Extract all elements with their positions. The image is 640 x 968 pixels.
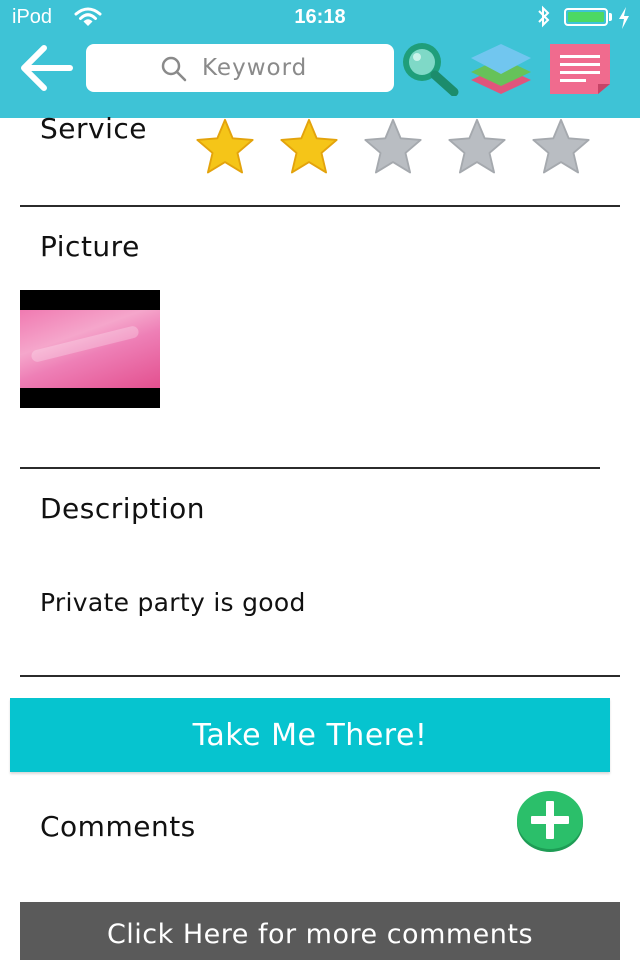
plus-circle-icon — [517, 791, 583, 852]
take-me-there-button[interactable]: Take Me There! — [10, 698, 610, 772]
picture-image — [20, 310, 160, 388]
service-label: Service — [40, 112, 147, 145]
star-filled-icon[interactable] — [192, 118, 258, 178]
search-tool-button[interactable] — [398, 40, 462, 97]
search-magnifier-icon — [403, 43, 459, 97]
search-icon — [160, 55, 188, 87]
divider — [20, 675, 620, 677]
description-text: Private party is good — [40, 588, 306, 617]
comments-label: Comments — [40, 810, 196, 843]
search-box — [86, 44, 394, 92]
star-filled-icon[interactable] — [276, 118, 342, 178]
star-empty-icon[interactable] — [360, 118, 426, 178]
star-empty-icon[interactable] — [528, 118, 594, 178]
divider — [20, 205, 620, 207]
description-label: Description — [40, 492, 205, 525]
divider — [20, 467, 600, 469]
layers-button[interactable] — [468, 40, 534, 98]
battery-icon — [564, 8, 608, 26]
star-empty-icon[interactable] — [444, 118, 510, 178]
charging-icon — [617, 6, 631, 34]
layers-icon — [471, 44, 531, 94]
battery-tip — [609, 13, 612, 21]
notes-icon — [550, 44, 610, 94]
notes-button[interactable] — [548, 42, 612, 96]
bluetooth-icon — [536, 4, 552, 34]
picture-thumbnail[interactable] — [20, 290, 160, 408]
back-button[interactable] — [16, 44, 74, 92]
back-arrow-icon — [21, 45, 73, 91]
app-header: iPod 16:18 — [0, 0, 640, 118]
more-comments-button[interactable]: Click Here for more comments — [20, 902, 620, 960]
status-bar: iPod 16:18 — [0, 0, 640, 36]
add-comment-button[interactable] — [516, 790, 584, 852]
search-input[interactable] — [202, 53, 382, 83]
picture-label: Picture — [40, 230, 140, 263]
